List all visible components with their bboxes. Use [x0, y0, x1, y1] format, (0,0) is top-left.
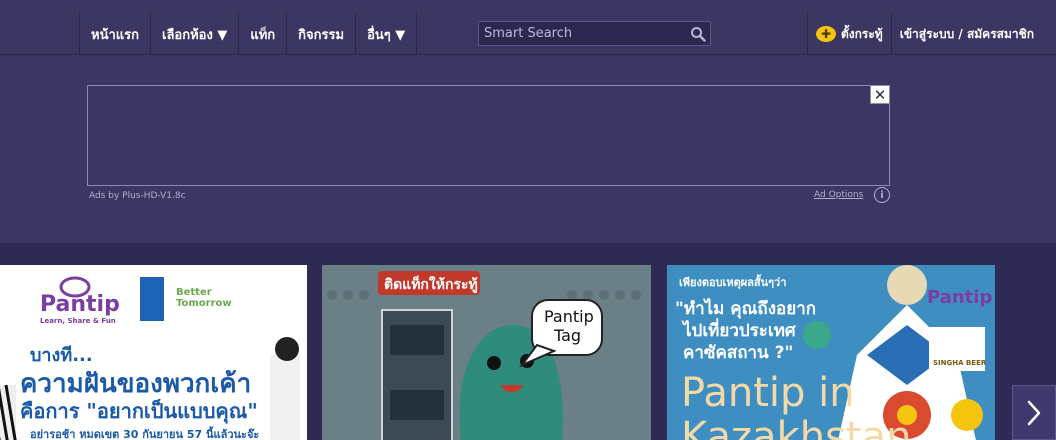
ad-placeholder[interactable]: [87, 85, 890, 186]
slide-pantip-tag[interactable]: ติดแท็กให้กระทู้ Pantip Tag: [322, 265, 651, 440]
ad-options-link[interactable]: Ad Options: [814, 190, 863, 200]
chevron-right-icon: [1027, 400, 1041, 425]
partner-logo: Better Tomorrow: [176, 287, 232, 309]
sponsor-label: SINGHA BEER: [933, 359, 987, 367]
pantip-logo: Pantip: [927, 287, 993, 308]
nav-home[interactable]: หน้าแรก: [80, 13, 151, 55]
bubble-line-1: Pantip: [544, 307, 594, 326]
new-topic-button[interactable]: ✚ ตั้งกระทู้: [808, 13, 892, 55]
search-input[interactable]: Smart Search: [479, 22, 686, 45]
nav-activities[interactable]: กิจกรรม: [287, 13, 357, 55]
top-navigation-bar: หน้าแรก เลือกห้อง ▼ แท็ก กิจกรรม อื่นๆ ▼…: [0, 0, 1056, 55]
carousel-next-button[interactable]: [1012, 385, 1056, 440]
slide-pantip-kazakhstan[interactable]: เพียงตอบเหตุผลสั้นๆว่า "ทำไม คุณถึงอยาก …: [667, 265, 995, 440]
pantip-logo: Pantip: [40, 292, 120, 317]
bubble-line-2: Tag: [554, 326, 582, 345]
slide-intro: เพียงตอบเหตุผลสั้นๆว่า: [679, 276, 787, 289]
featured-carousel: Pantip Learn, Share & Fun Better Tomorro…: [0, 243, 1056, 440]
slide-line-4: อย่ารอช้า หมดเขต 30 กันยายน 57 นี้แล้วนะ…: [30, 428, 260, 440]
close-icon[interactable]: ✕: [870, 85, 890, 104]
slide-better-tomorrow[interactable]: Pantip Learn, Share & Fun Better Tomorro…: [0, 265, 307, 440]
new-topic-label: ตั้งกระทู้: [841, 26, 883, 41]
main-nav: หน้าแรก เลือกห้อง ▼ แท็ก กิจกรรม อื่นๆ ▼: [79, 13, 418, 55]
ads-by-label: Ads by Plus-HD-V1.8c: [89, 191, 186, 201]
slide-illustration: [322, 265, 651, 440]
login-register-link[interactable]: เข้าสู่ระบบ / สมัครสมาชิก: [892, 13, 1042, 55]
plus-icon: ✚: [816, 26, 836, 42]
user-nav: ✚ ตั้งกระทู้ เข้าสู่ระบบ / สมัครสมาชิก: [807, 13, 1042, 55]
slide-big-text: Pantip in Kazakhstan: [681, 370, 912, 440]
slide-headline: ติดแท็กให้กระทู้: [384, 277, 478, 293]
pantip-tagline: Learn, Share & Fun: [40, 317, 116, 325]
nav-tags[interactable]: แท็ก: [239, 13, 288, 55]
question-line-3: คาซัคสถาน ?": [683, 343, 794, 363]
nav-select-room[interactable]: เลือกห้อง ▼: [151, 13, 240, 55]
info-icon[interactable]: i: [874, 187, 890, 203]
search-icon[interactable]: [686, 22, 710, 45]
nav-others[interactable]: อื่นๆ ▼: [356, 13, 418, 55]
smart-search[interactable]: Smart Search: [478, 21, 711, 46]
slide-line-3: คือการ "อยากเป็นแบบคุณ": [20, 399, 258, 423]
